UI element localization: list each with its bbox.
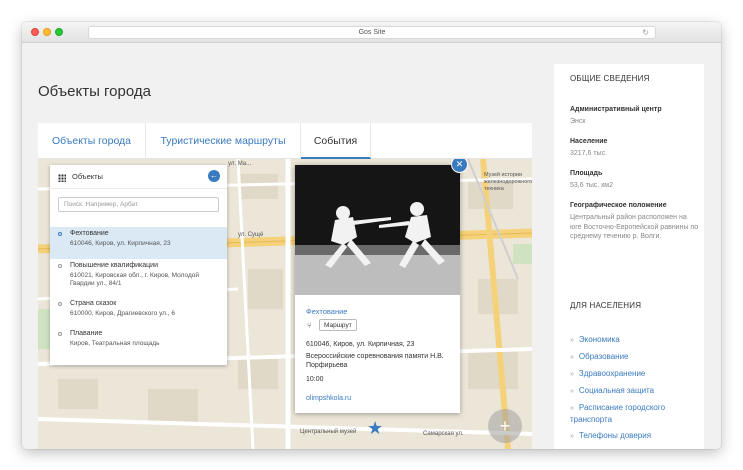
bullet-icon: [58, 264, 62, 268]
tab-events[interactable]: События: [301, 123, 371, 159]
popup-title[interactable]: Фехтование: [306, 307, 347, 316]
population-link-label: Телефоны доверия: [578, 431, 652, 440]
popup-time: 10:00: [306, 376, 324, 383]
map-samarskaya-label: Самарская ул.: [423, 431, 464, 437]
objects-panel-title: Объекты: [72, 172, 103, 181]
screenshot-stage: Gos Site ↻ Объекты города Объекты города…: [0, 0, 743, 470]
list-item-name: Страна сказок: [70, 300, 117, 307]
minimize-window-button[interactable]: [43, 28, 51, 36]
list-item[interactable]: Фехтование 610046, Киров, ул. Кирпичная,…: [50, 227, 227, 259]
list-item-address: 610046, Киров, ул. Кирпичная, 23: [70, 240, 171, 247]
list-item-address: 610000, Киров, Драгиевского ул., 6: [70, 310, 176, 317]
double-chevron-icon: »: [570, 388, 574, 395]
fencing-photo: [295, 165, 460, 295]
population-link[interactable]: » Экономика: [570, 334, 700, 346]
population-heading: ДЛЯ НАСЕЛЕНИЯ: [570, 301, 642, 310]
zoom-plus-icon[interactable]: +: [488, 409, 522, 443]
info-value: 3217,6 тыс.: [570, 150, 608, 157]
info-label: Площадь: [570, 170, 603, 177]
close-window-button[interactable]: [31, 28, 39, 36]
arrow-left-icon[interactable]: ←: [208, 170, 220, 182]
info-value: Энск: [570, 118, 586, 125]
double-chevron-icon: »: [570, 371, 574, 378]
double-chevron-icon: »: [570, 433, 574, 440]
reload-icon[interactable]: ↻: [642, 27, 649, 39]
population-link-label: Социальная защита: [578, 386, 655, 395]
population-link[interactable]: » Телефоны доверия: [570, 430, 700, 442]
double-chevron-icon: »: [570, 337, 574, 344]
objects-search-input[interactable]: Поиск. Например, Арбат: [58, 197, 219, 212]
objects-panel: Объекты ← Поиск. Например, Арбат Фехтова…: [50, 165, 227, 365]
population-link-label: Расписание городского транспорта: [570, 403, 666, 424]
list-item-address: Киров, Театральная площадь: [70, 340, 160, 347]
double-chevron-icon: »: [570, 405, 574, 412]
population-link[interactable]: » Здравоохранение: [570, 368, 700, 380]
browser-titlebar: Gos Site ↻: [22, 22, 721, 43]
page-title: Объекты города: [38, 83, 151, 100]
list-item-address: 610021, Кировская обл., г. Киров, Молодо…: [70, 272, 200, 287]
info-label: Население: [570, 138, 608, 145]
city-map[interactable]: ул. Сущё ул. Ма... Музей истории железно…: [38, 159, 532, 449]
bullet-icon: [58, 302, 62, 306]
event-popup: ✕ Фехтование ⑂ Маршрут 610046, Киров, ул…: [295, 159, 467, 413]
info-value: 53,6 тыс. км2: [570, 182, 613, 189]
tab-tourist-routes[interactable]: Туристические маршруты: [146, 123, 301, 159]
bullet-icon: [58, 232, 62, 236]
popup-address: 610046, Киров, ул. Кирпичная, 23: [306, 341, 415, 348]
tab-city-objects[interactable]: Объекты города: [38, 123, 146, 159]
population-link-label: Здравоохранение: [578, 369, 646, 378]
event-photo: [295, 165, 460, 295]
star-marker-icon[interactable]: ★: [367, 419, 383, 437]
grid-icon[interactable]: [58, 174, 66, 182]
population-link[interactable]: » Расписание городского транспорта: [570, 402, 700, 425]
bullet-icon: [58, 332, 62, 336]
list-item-name: Фехтование: [70, 230, 109, 237]
list-item-name: Плавание: [70, 330, 103, 337]
list-item-name: Повышение квалификации: [70, 262, 158, 269]
map-street-label: ул. Сущё: [238, 232, 264, 238]
popup-description: Всероссийские соревнования памяти Н.В. П…: [306, 353, 444, 369]
map-central-museum-label: Центральный музей: [300, 429, 357, 435]
browser-window: Gos Site ↻ Объекты города Объекты города…: [22, 22, 721, 449]
population-link[interactable]: » Социальная защита: [570, 385, 700, 397]
general-info-card: ОБЩИЕ СВЕДЕНИЯ Административный центр Эн…: [554, 64, 704, 288]
population-link-label: Экономика: [578, 335, 620, 344]
route-icon: ⑂: [307, 321, 312, 330]
population-link-label: Образование: [578, 352, 629, 361]
list-item[interactable]: Страна сказок 610000, Киров, Драгиевског…: [50, 297, 227, 329]
objects-panel-header: Объекты ←: [50, 165, 227, 189]
page-content: Объекты города Объекты города Туристичес…: [22, 43, 721, 449]
address-bar-text: Gos Site: [358, 29, 386, 36]
general-info-heading: ОБЩИЕ СВЕДЕНИЯ: [570, 74, 650, 83]
double-chevron-icon: »: [570, 354, 574, 361]
info-label: Административный центр: [570, 106, 662, 113]
info-value: Центральный район расположен на юге Вост…: [570, 214, 699, 240]
maximize-window-button[interactable]: [55, 28, 63, 36]
objects-card: Объекты города Туристические маршруты Со…: [38, 123, 532, 449]
list-item[interactable]: Плавание Киров, Театральная площадь: [50, 327, 227, 359]
map-top-label: ул. Ма...: [228, 161, 252, 167]
route-button[interactable]: Маршрут: [319, 319, 357, 331]
map-museum-label: Музей истории железнодорожного техника: [484, 172, 532, 192]
population-card: ДЛЯ НАСЕЛЕНИЯ » Экономика » Образование » З…: [554, 287, 704, 449]
info-label: Географическое положение: [570, 202, 667, 209]
population-link[interactable]: » Образование: [570, 351, 700, 363]
address-bar[interactable]: Gos Site ↻: [88, 26, 656, 39]
popup-website-link[interactable]: olimpshkola.ru: [306, 395, 351, 402]
list-item[interactable]: Повышение квалификации 610021, Кировская…: [50, 259, 227, 291]
tab-bar: Объекты города Туристические маршруты Со…: [38, 123, 532, 159]
